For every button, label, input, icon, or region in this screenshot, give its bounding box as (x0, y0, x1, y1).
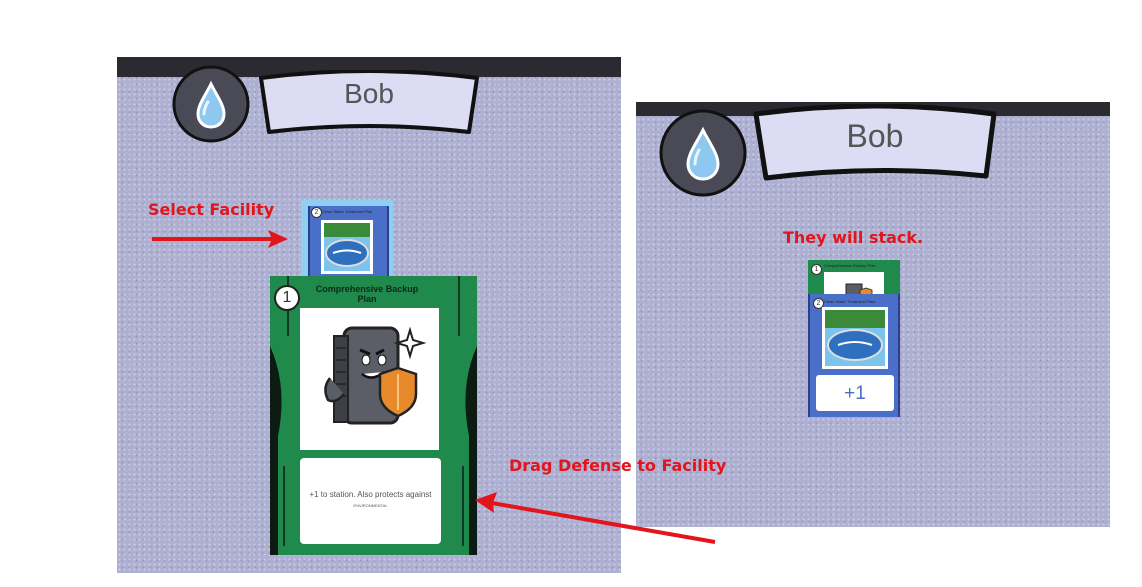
facility-card-art (321, 220, 373, 274)
drag-defense-annotation: Drag Defense to Facility (509, 456, 727, 475)
defense-card[interactable]: 1 Comprehensive Backup Plan +1 to statio… (270, 276, 477, 555)
stack-bonus: +1 (844, 383, 866, 404)
defense-card-description: +1 to station. Also protects against (309, 490, 432, 499)
defense-card-badge: 1 (274, 285, 300, 311)
server-mascot-icon (324, 326, 427, 425)
stacked-defense-badge: 1 (811, 264, 822, 275)
drag-arrow (475, 492, 716, 544)
defense-card-title: Comprehensive Backup Plan (315, 284, 419, 304)
facility-card-body: 2 Clean Water Treatment Plant (308, 206, 389, 286)
defense-card-text-box: +1 to station. Also protects against ENV… (300, 458, 441, 544)
water-treatment-icon (825, 310, 885, 366)
defense-card-subtext: ENVIRONMENTAL (353, 503, 388, 508)
player-name: Bob (846, 118, 904, 154)
defense-card-art (300, 308, 439, 450)
water-treatment-icon (324, 223, 370, 271)
stacked-facility-art (822, 307, 888, 369)
select-facility-annotation: Select Facility (148, 200, 275, 219)
player-emblem (172, 65, 250, 143)
facility-card-badge: 2 (311, 207, 322, 218)
stacked-facility-title: Clean Water Treatment Plant (824, 299, 876, 304)
stacked-defense-title: Comprehensive Backup Plan (824, 263, 876, 268)
player-emblem (659, 109, 747, 197)
facility-card[interactable]: 2 Clean Water Treatment Plant (301, 200, 393, 286)
player-name: Bob (344, 78, 394, 109)
select-arrow (152, 230, 288, 248)
stack-bonus-box: +1 (816, 375, 894, 411)
stacked-facility-card[interactable]: 2 Clean Water Treatment Plant +1 (808, 294, 900, 417)
facility-card-title: Clean Water Treatment Plant (322, 209, 372, 214)
stack-annotation: They will stack. (783, 228, 924, 247)
